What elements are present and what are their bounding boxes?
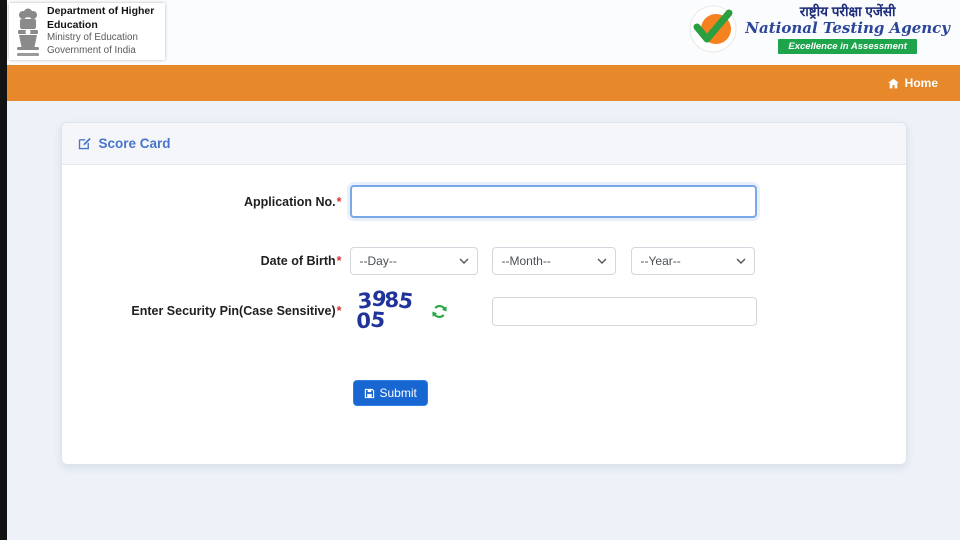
security-pin-row: Enter Security Pin(Case Sensitive)* 3985… [62,286,906,334]
required-asterisk: * [336,194,342,209]
dob-month-select[interactable]: --Month-- [491,247,616,275]
scorecard-form: Application No.* Date of Birth* --Day-- [62,165,906,464]
nav-home-link[interactable]: Home [887,76,938,90]
dob-day-select[interactable]: --Day-- [349,247,478,275]
captcha-refresh-button[interactable] [431,303,448,320]
required-asterisk: * [336,304,342,318]
submit-button-label: Submit [379,386,417,400]
dob-year-select[interactable]: --Year-- [630,247,755,275]
government-logo-block: Department of Higher Education Ministry … [9,3,165,60]
home-icon [887,78,899,88]
required-asterisk: * [336,254,342,268]
india-emblem [15,8,41,56]
edit-icon [78,137,91,150]
nta-logo-icon [689,5,737,53]
government-header-text: Department of Higher Education Ministry … [47,5,159,58]
nta-logo-block: राष्ट्रीय परीक्षा एजेंसी National Testin… [689,4,950,54]
main-navbar: Home [7,65,960,101]
scorecard-title: Score Card [98,136,171,151]
security-pin-input[interactable] [491,296,757,326]
scorecard-panel-header: Score Card [61,123,906,165]
main-content: Score Card Application No.* Date of Birt… [7,101,960,540]
submit-row: Submit [62,380,906,406]
emblem-motto-line [17,52,39,56]
date-of-birth-row: Date of Birth* --Day-- --Month-- --Year-… [62,247,906,275]
save-icon [364,388,374,398]
refresh-icon [431,304,447,318]
scorecard-panel: Score Card Application No.* Date of Birt… [60,122,907,465]
nta-hindi-name: राष्ट्रीय परीक्षा एजेंसी [799,4,896,19]
date-of-birth-label: Date of Birth* [260,254,342,268]
nav-home-label: Home [904,76,938,90]
submit-button[interactable]: Submit [352,380,428,406]
captcha-code: 398505 [355,286,414,334]
security-pin-label: Enter Security Pin(Case Sensitive)* [131,304,342,318]
ashoka-emblem-icon [17,8,39,50]
page: Department of Higher Education Ministry … [7,0,960,540]
country-name: Government of India [47,45,136,57]
ministry-name: Ministry of Education [47,32,138,44]
application-no-row: Application No.* [62,185,906,218]
nta-tagline-badge: Excellence in Assessment [778,38,917,54]
site-header: Department of Higher Education Ministry … [7,0,960,65]
application-no-label: Application No.* [243,194,342,209]
nta-text-block: राष्ट्रीय परीक्षा एजेंसी National Testin… [745,4,950,54]
application-no-input[interactable] [349,185,757,218]
nta-english-name: National Testing Agency [745,18,950,37]
department-name: Department of Higher Education [47,5,155,31]
screen-edge-strip [0,0,7,540]
